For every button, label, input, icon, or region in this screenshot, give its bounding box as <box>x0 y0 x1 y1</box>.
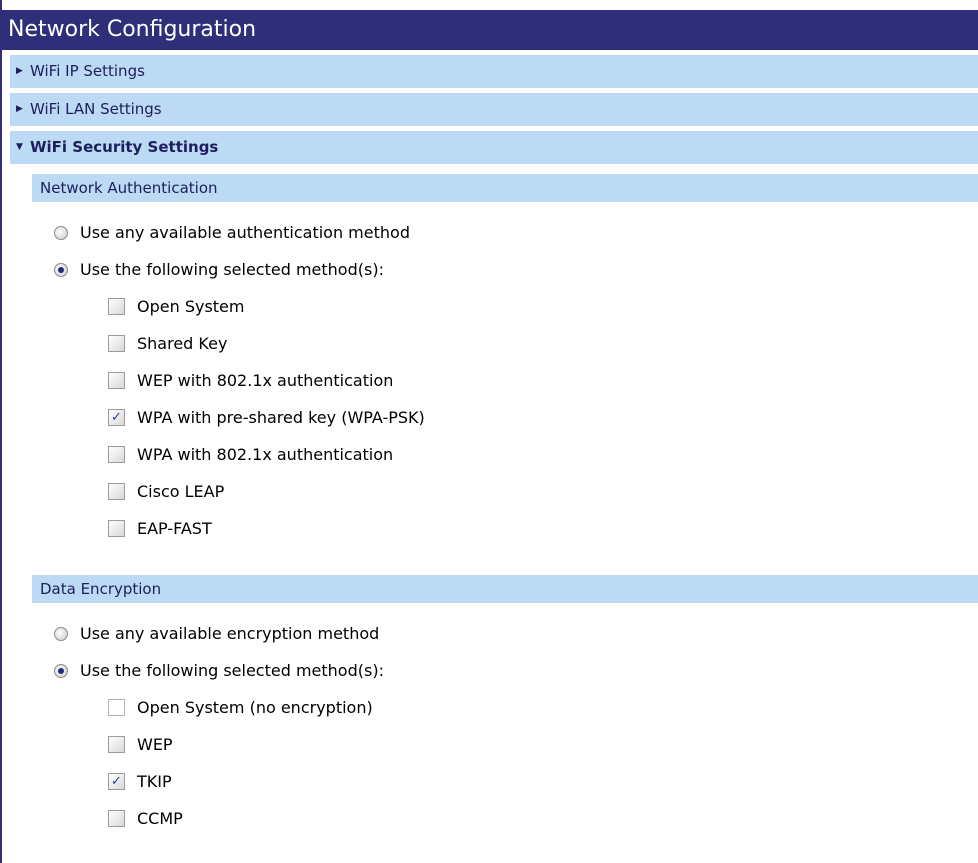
caret-right-icon: ▶ <box>16 104 23 114</box>
data-encryption-heading: Data Encryption <box>32 575 978 603</box>
auth-method-label: Open System <box>137 297 245 316</box>
network-authentication-heading: Network Authentication <box>32 174 978 202</box>
checkmark-icon: ✓ <box>111 774 122 789</box>
network-config-panel: Network Configuration ▶ WiFi IP Settings… <box>0 0 978 863</box>
page-title: Network Configuration <box>2 10 978 50</box>
caret-down-icon: ▼ <box>16 142 23 152</box>
enc-radio-any[interactable]: Use any available encryption method <box>2 615 978 652</box>
enc-method-label: TKIP <box>137 772 172 791</box>
enc-method-option[interactable]: Open System (no encryption) <box>2 689 978 726</box>
auth-method-option[interactable]: ✓ WPA with pre-shared key (WPA-PSK) <box>2 399 978 436</box>
enc-radio-any-label: Use any available encryption method <box>80 624 380 643</box>
auth-method-option[interactable]: Cisco LEAP <box>2 473 978 510</box>
auth-method-option[interactable]: EAP-FAST <box>2 510 978 547</box>
caret-right-icon: ▶ <box>16 66 23 76</box>
auth-radio-any-label: Use any available authentication method <box>80 223 410 242</box>
checkbox[interactable] <box>108 372 125 389</box>
enc-radio-selected[interactable]: Use the following selected method(s): <box>2 652 978 689</box>
enc-method-option[interactable]: WEP <box>2 726 978 763</box>
checkbox[interactable] <box>108 736 125 753</box>
checkbox[interactable] <box>108 298 125 315</box>
auth-method-label: Shared Key <box>137 334 228 353</box>
auth-method-option[interactable]: Shared Key <box>2 325 978 362</box>
accordion-wifi-ip-settings[interactable]: ▶ WiFi IP Settings <box>10 55 978 88</box>
checkbox[interactable] <box>108 810 125 827</box>
radio-button[interactable] <box>54 225 68 240</box>
auth-method-label: Cisco LEAP <box>137 482 225 501</box>
auth-method-label: WPA with pre-shared key (WPA-PSK) <box>137 408 425 427</box>
enc-method-label: CCMP <box>137 809 183 828</box>
auth-method-label: EAP-FAST <box>137 519 212 538</box>
checkbox-checked[interactable]: ✓ <box>108 409 125 426</box>
auth-method-option[interactable]: WPA with 802.1x authentication <box>2 436 978 473</box>
accordion-wifi-lan-settings[interactable]: ▶ WiFi LAN Settings <box>10 93 978 126</box>
radio-button-checked[interactable] <box>54 262 68 277</box>
enc-method-option[interactable]: ✓ TKIP <box>2 763 978 800</box>
enc-method-label: WEP <box>137 735 173 754</box>
auth-method-option[interactable]: Open System <box>2 288 978 325</box>
accordion-label: WiFi LAN Settings <box>30 100 162 118</box>
enc-method-label: Open System (no encryption) <box>137 698 373 717</box>
accordion-wifi-security-settings[interactable]: ▼ WiFi Security Settings <box>10 131 978 164</box>
auth-method-option[interactable]: WEP with 802.1x authentication <box>2 362 978 399</box>
enc-radio-selected-label: Use the following selected method(s): <box>80 661 384 680</box>
radio-button-checked[interactable] <box>54 663 68 678</box>
checkbox[interactable] <box>108 520 125 537</box>
enc-method-option[interactable]: CCMP <box>2 800 978 837</box>
checkmark-icon: ✓ <box>111 410 122 425</box>
auth-radio-any[interactable]: Use any available authentication method <box>2 214 978 251</box>
accordion-label: WiFi IP Settings <box>30 62 145 80</box>
checkbox-checked[interactable]: ✓ <box>108 773 125 790</box>
auth-radio-selected[interactable]: Use the following selected method(s): <box>2 251 978 288</box>
accordion-label: WiFi Security Settings <box>30 138 219 156</box>
checkbox[interactable] <box>108 699 125 716</box>
auth-radio-selected-label: Use the following selected method(s): <box>80 260 384 279</box>
checkbox[interactable] <box>108 446 125 463</box>
checkbox[interactable] <box>108 483 125 500</box>
auth-method-label: WEP with 802.1x authentication <box>137 371 394 390</box>
checkbox[interactable] <box>108 335 125 352</box>
radio-button[interactable] <box>54 626 68 641</box>
auth-method-label: WPA with 802.1x authentication <box>137 445 394 464</box>
